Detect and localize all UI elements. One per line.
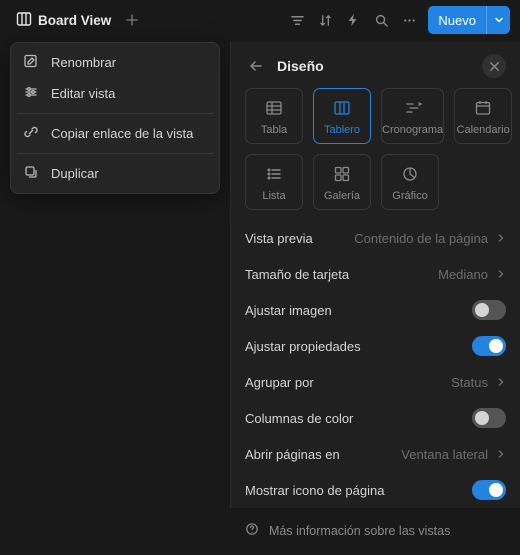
- topbar: Board View Nuevo: [0, 0, 520, 40]
- toggle-fit-image[interactable]: [472, 300, 506, 320]
- chevron-right-icon: [496, 233, 506, 243]
- opt-color-cols[interactable]: Columnas de color: [245, 400, 506, 436]
- toggle-fit-props[interactable]: [472, 336, 506, 356]
- layout-chart-label: Gráfico: [392, 190, 427, 202]
- panel-header: Diseño: [231, 42, 520, 88]
- opt-open-pages-value: Ventana lateral: [401, 447, 488, 462]
- opt-show-icon-label: Mostrar icono de página: [245, 483, 464, 498]
- layout-panel: Diseño Tabla Tablero Cronograma Calendar…: [230, 42, 520, 508]
- panel-title: Diseño: [277, 58, 472, 74]
- opt-preview[interactable]: Vista previa Contenido de la página: [245, 220, 506, 256]
- learn-more-link[interactable]: Más información sobre las vistas: [245, 518, 506, 543]
- layout-gallery[interactable]: Galería: [313, 154, 371, 210]
- opt-group-by-label: Agrupar por: [245, 375, 443, 390]
- bolt-icon[interactable]: [340, 7, 366, 33]
- layout-row-1: Tabla Tablero Cronograma Calendario: [245, 88, 506, 144]
- menu-rename[interactable]: Renombrar: [15, 47, 215, 78]
- table-icon: [265, 99, 283, 120]
- opt-preview-label: Vista previa: [245, 231, 346, 246]
- layout-gallery-label: Galería: [324, 190, 360, 202]
- chevron-right-icon: [496, 449, 506, 459]
- menu-edit-view[interactable]: Editar vista: [15, 78, 215, 109]
- duplicate-icon: [23, 164, 39, 183]
- board-icon: [16, 11, 32, 30]
- menu-copy-link[interactable]: Copiar enlace de la vista: [15, 118, 215, 149]
- board-icon: [333, 99, 351, 120]
- opt-fit-props[interactable]: Ajustar propiedades: [245, 328, 506, 364]
- menu-copy-link-label: Copiar enlace de la vista: [51, 126, 193, 141]
- layout-table-label: Tabla: [261, 124, 287, 136]
- opt-group-by-value: Status: [451, 375, 488, 390]
- list-icon: [265, 165, 283, 186]
- filter-icon[interactable]: [284, 7, 310, 33]
- chart-icon: [401, 165, 419, 186]
- opt-open-pages-label: Abrir páginas en: [245, 447, 393, 462]
- opt-card-size[interactable]: Tamaño de tarjeta Mediano: [245, 256, 506, 292]
- view-tab[interactable]: Board View: [10, 7, 117, 34]
- link-icon: [23, 124, 39, 143]
- info-icon: [245, 522, 259, 539]
- timeline-icon: [404, 99, 422, 120]
- add-view-button[interactable]: [121, 9, 143, 31]
- opt-preview-value: Contenido de la página: [354, 231, 488, 246]
- chevron-right-icon: [496, 377, 506, 387]
- sort-icon[interactable]: [312, 7, 338, 33]
- layout-timeline[interactable]: Cronograma: [381, 88, 444, 144]
- chevron-right-icon: [496, 269, 506, 279]
- opt-color-cols-label: Columnas de color: [245, 411, 464, 426]
- layout-list-label: Lista: [262, 190, 285, 202]
- layout-board[interactable]: Tablero: [313, 88, 371, 144]
- menu-rename-label: Renombrar: [51, 55, 116, 70]
- close-button[interactable]: [482, 54, 506, 78]
- view-tab-label: Board View: [38, 13, 111, 28]
- gallery-icon: [333, 165, 351, 186]
- settings-sliders-icon: [23, 84, 39, 103]
- layout-table[interactable]: Tabla: [245, 88, 303, 144]
- panel-body: Tabla Tablero Cronograma Calendario List…: [231, 88, 520, 555]
- layout-timeline-label: Cronograma: [382, 124, 443, 136]
- opt-fit-props-label: Ajustar propiedades: [245, 339, 464, 354]
- opt-card-size-label: Tamaño de tarjeta: [245, 267, 430, 282]
- layout-chart[interactable]: Gráfico: [381, 154, 439, 210]
- menu-duplicate[interactable]: Duplicar: [15, 158, 215, 189]
- menu-duplicate-label: Duplicar: [51, 166, 99, 181]
- menu-separator: [17, 153, 213, 154]
- back-button[interactable]: [245, 55, 267, 77]
- opt-fit-image-label: Ajustar imagen: [245, 303, 464, 318]
- opt-open-pages[interactable]: Abrir páginas en Ventana lateral: [245, 436, 506, 472]
- opt-fit-image[interactable]: Ajustar imagen: [245, 292, 506, 328]
- menu-edit-view-label: Editar vista: [51, 86, 115, 101]
- toolbar-icons: [284, 7, 422, 33]
- opt-group-by[interactable]: Agrupar por Status: [245, 364, 506, 400]
- opt-card-size-value: Mediano: [438, 267, 488, 282]
- new-button[interactable]: Nuevo: [428, 6, 510, 34]
- rename-icon: [23, 53, 39, 72]
- layout-list[interactable]: Lista: [245, 154, 303, 210]
- menu-separator: [17, 113, 213, 114]
- layout-calendar[interactable]: Calendario: [454, 88, 512, 144]
- learn-more-label: Más información sobre las vistas: [269, 524, 450, 538]
- layout-row-2: Lista Galería Gráfico: [245, 154, 506, 210]
- calendar-icon: [474, 99, 492, 120]
- toggle-show-icon[interactable]: [472, 480, 506, 500]
- chevron-down-icon[interactable]: [486, 6, 510, 34]
- layout-board-label: Tablero: [324, 124, 360, 136]
- opt-show-icon[interactable]: Mostrar icono de página: [245, 472, 506, 508]
- new-button-label: Nuevo: [428, 13, 486, 28]
- more-icon[interactable]: [396, 7, 422, 33]
- search-icon[interactable]: [368, 7, 394, 33]
- layout-calendar-label: Calendario: [457, 124, 510, 136]
- view-context-menu: Renombrar Editar vista Copiar enlace de …: [10, 42, 220, 194]
- toggle-color-cols[interactable]: [472, 408, 506, 428]
